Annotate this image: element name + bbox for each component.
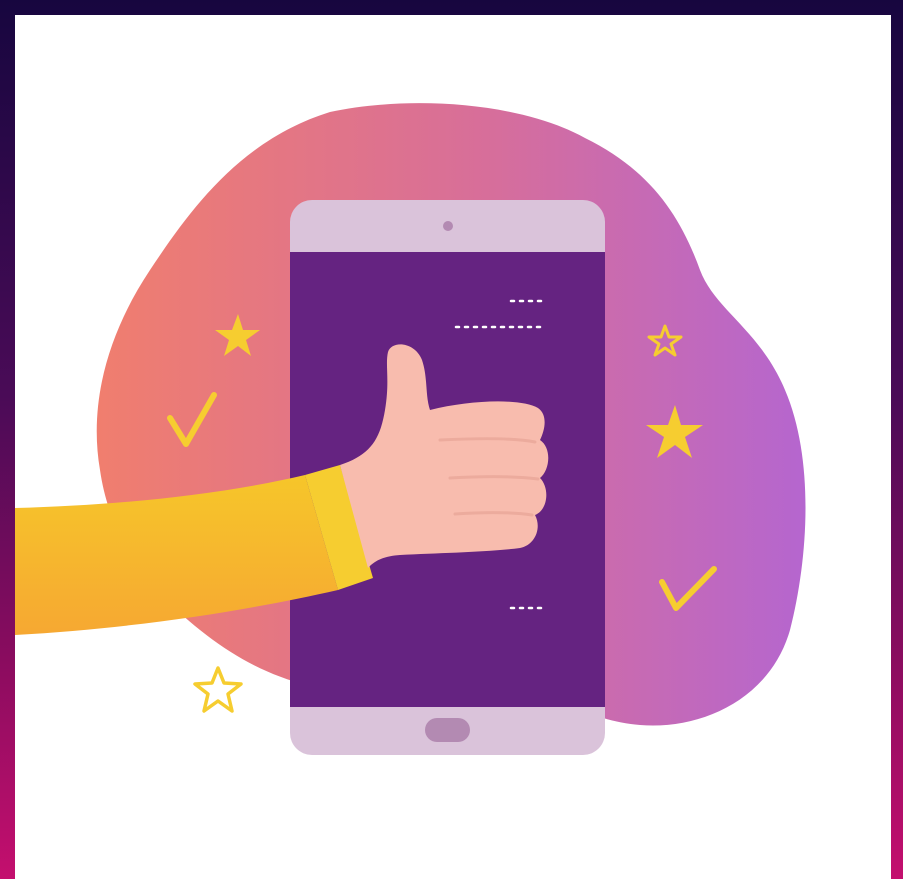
star-icon — [193, 666, 243, 713]
thumbs-up-illustration — [15, 103, 806, 755]
phone-camera — [443, 221, 453, 231]
phone-home-button — [425, 718, 470, 742]
illustration-card — [15, 15, 891, 879]
